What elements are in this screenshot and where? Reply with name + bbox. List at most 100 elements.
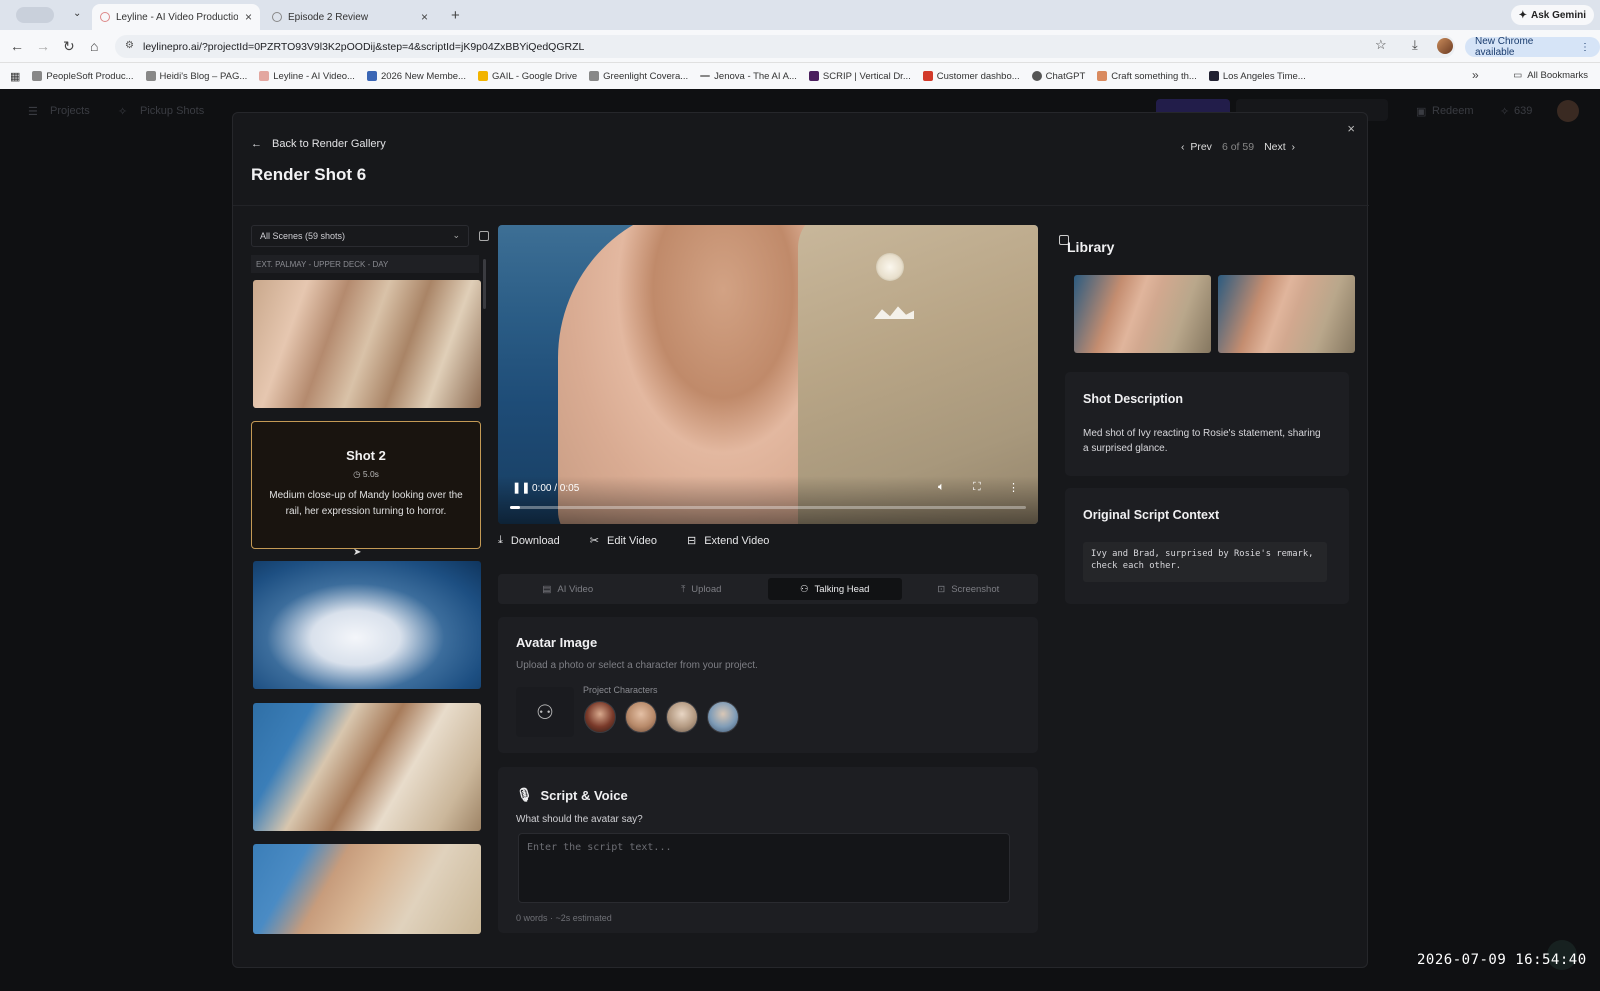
nav-projects[interactable]: Projects (50, 105, 90, 117)
download-icon[interactable]: ⤓ (1412, 37, 1418, 53)
bookmark-star-icon[interactable]: ☆ (1375, 37, 1387, 53)
word-estimate: 0 words · ~2s estimated (516, 913, 612, 923)
edit-video-button[interactable]: ✂ Edit Video (590, 534, 657, 548)
character-avatar-2[interactable] (625, 701, 657, 733)
scene-filter-select[interactable]: All Scenes (59 shots) ⌄ (251, 225, 469, 247)
reload-icon[interactable]: ↻ (63, 38, 75, 55)
fullscreen-icon[interactable]: ⛶ (973, 481, 981, 494)
tab-episode-review[interactable]: Episode 2 Review × (264, 4, 436, 30)
tab-title: Episode 2 Review (288, 11, 369, 23)
user-avatar[interactable] (1557, 100, 1579, 122)
download-label: Download (510, 534, 560, 547)
download-button[interactable]: ⤓ Download (498, 534, 560, 547)
nav-pickup-shots[interactable]: Pickup Shots (140, 105, 204, 117)
menu-icon[interactable]: ☰ (28, 105, 38, 118)
bookmark-item[interactable]: Customer dashbo... (922, 71, 1020, 82)
video-player[interactable]: ❚❚ 0:00 / 0:05 🔈︎ ⛶ ⋮ (498, 225, 1038, 524)
chevron-left-icon: ‹ (1181, 141, 1185, 153)
duration-value: 5.0s (362, 469, 379, 479)
home-icon[interactable]: ⌂ (90, 38, 98, 54)
extend-icon: ⊟ (686, 535, 697, 547)
video-progress-bar[interactable] (510, 506, 1026, 509)
bookmark-label: Jenova - The AI A... (714, 70, 797, 82)
film-icon: ▤ (542, 583, 552, 595)
bookmark-item[interactable]: SCRIP | Vertical Dr... (808, 71, 911, 82)
bookmark-item[interactable]: Greenlight Covera... (589, 71, 688, 82)
avatar-subtitle: Upload a photo or select a character fro… (516, 660, 758, 671)
shot-thumbnail-2-hover-card[interactable]: Shot 2 ◷ 5.0s Medium close-up of Mandy l… (251, 421, 481, 549)
bookmark-item[interactable]: ChatGPT (1031, 71, 1085, 82)
shot-thumbnail-1[interactable] (253, 280, 481, 408)
back-to-gallery-link[interactable]: ← Back to Render Gallery (251, 138, 386, 150)
library-title: Library (1067, 239, 1115, 255)
more-bookmarks-icon[interactable]: » (1472, 68, 1479, 82)
close-modal-icon[interactable]: × (1347, 121, 1355, 136)
bookmark-item[interactable]: Leyline - AI Video... (259, 71, 355, 82)
bookmark-item[interactable]: 2026 New Membe... (366, 71, 466, 82)
character-avatar-1[interactable] (584, 701, 616, 733)
collapse-panel-icon[interactable] (479, 231, 489, 241)
shot-card-duration: ◷ 5.0s (252, 469, 480, 480)
character-avatar-3[interactable] (666, 701, 698, 733)
shot-thumbnail-3[interactable] (253, 561, 481, 689)
library-item-1[interactable] (1074, 275, 1211, 353)
clock-icon: ◷ (353, 469, 361, 479)
library-item-2[interactable] (1218, 275, 1355, 353)
bookmark-label: Greenlight Covera... (603, 70, 689, 82)
project-characters-label: Project Characters (583, 685, 658, 695)
avatar-upload-button[interactable]: ⚇ (516, 687, 574, 737)
bookmark-item[interactable]: Jenova - The AI A... (700, 71, 797, 82)
shot-list-scrollbar[interactable] (483, 259, 486, 309)
volume-icon[interactable]: 🔈︎ (938, 481, 945, 494)
google-drive-icon (477, 71, 488, 81)
tab-ai-video[interactable]: ▤ AI Video (501, 578, 635, 600)
video-progress-fill (510, 506, 521, 509)
ask-gemini-button[interactable]: ✦ Ask Gemini (1510, 5, 1594, 25)
bookmark-item[interactable]: PeopleSoft Produc... (32, 71, 134, 82)
tab-screenshot[interactable]: ⊡ Screenshot (902, 578, 1036, 600)
new-chrome-available-button[interactable]: New Chrome available ⋮ (1465, 36, 1600, 58)
bookmark-favicon-icon (259, 71, 270, 81)
person-icon: ⚇ (800, 583, 809, 595)
nav-redeem[interactable]: Redeem (1432, 105, 1474, 117)
prev-button[interactable]: ‹ Prev (1181, 141, 1212, 153)
bookmark-item[interactable]: Heidi's Blog – PAG... (145, 71, 247, 82)
next-button[interactable]: Next › (1264, 141, 1295, 153)
shot-thumbnail-5[interactable] (253, 844, 481, 934)
bookmark-item[interactable]: Craft something th... (1097, 71, 1197, 82)
close-tab-icon[interactable]: × (245, 10, 252, 24)
chevron-right-icon: › (1291, 141, 1296, 153)
all-bookmarks-button[interactable]: ▭ All Bookmarks (1513, 70, 1588, 81)
ask-gemini-label: Ask Gemini (1530, 9, 1586, 21)
video-more-icon[interactable]: ⋮ (1008, 481, 1019, 494)
profile-avatar[interactable] (1437, 38, 1453, 54)
tab-talking-head[interactable]: ⚇ Talking Head (768, 578, 902, 600)
back-arrow-icon[interactable]: ← (10, 38, 24, 54)
character-avatar-4[interactable] (707, 701, 739, 733)
video-time: 0:00 / 0:05 (532, 483, 580, 494)
url-field[interactable]: ⚙ leylinepro.ai/?projectId=0PZRTO93V9l3K… (115, 35, 1455, 58)
bookmark-label: GAIL - Google Drive (491, 70, 578, 82)
tab-upload[interactable]: ⤒ Upload (635, 578, 769, 600)
apps-grid-icon[interactable]: ▦ (10, 70, 20, 83)
shot-position: 6 of 59 (1221, 141, 1255, 153)
shot-thumbnail-4[interactable] (253, 703, 481, 831)
scene-filter-value: All Scenes (59 shots) (260, 231, 346, 241)
bookmark-favicon-icon (1208, 71, 1219, 81)
tab-groups-button[interactable] (16, 7, 54, 23)
bookmark-item[interactable]: GAIL - Google Drive (477, 70, 578, 82)
edit-label: Edit Video (607, 534, 657, 547)
chevron-down-icon: ⌄ (452, 230, 460, 240)
bookmark-item[interactable]: Los Angeles Time... (1208, 71, 1306, 82)
extend-video-button[interactable]: ⊟ Extend Video (686, 534, 769, 548)
forward-arrow-icon[interactable]: → (36, 38, 50, 54)
pause-icon[interactable]: ❚❚ (512, 481, 530, 494)
tab-search-chevron-icon[interactable]: ⌄ (73, 8, 81, 19)
new-tab-icon[interactable]: + (451, 7, 460, 24)
next-label: Next (1264, 141, 1286, 153)
close-tab-icon[interactable]: × (421, 10, 428, 24)
site-settings-icon[interactable]: ⚙ (125, 40, 134, 51)
script-text-input[interactable] (518, 833, 1010, 903)
shot-card-description: Medium close-up of Mandy looking over th… (269, 490, 463, 517)
tab-leyline[interactable]: Leyline - AI Video Production × (92, 4, 260, 30)
